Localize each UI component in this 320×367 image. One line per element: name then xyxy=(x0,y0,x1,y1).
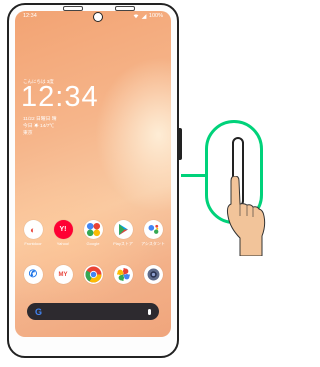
signal-icon xyxy=(141,14,147,19)
app-photos[interactable] xyxy=(111,265,135,284)
app-camera[interactable] xyxy=(141,265,165,284)
app-label: Playストア xyxy=(113,241,133,246)
google-logo-icon: G xyxy=(35,306,43,317)
app-row-1: ◐ Frontdoor Y! Yahoo! Google Playストア アシス… xyxy=(21,220,165,247)
app-chrome[interactable] xyxy=(81,265,105,284)
app-label: アシスタント xyxy=(141,241,165,246)
weather-text: 今日 ☀ 14/7℃ xyxy=(23,124,55,129)
google-apps-icon xyxy=(83,220,103,239)
battery-text: 100% xyxy=(148,13,163,19)
clock-time: 12:34 xyxy=(21,81,99,113)
app-play-store[interactable]: Playストア xyxy=(111,220,135,247)
frontdoor-icon: ◐ xyxy=(23,220,43,239)
location-text: 東京 xyxy=(23,131,33,136)
app-label: Yahoo! xyxy=(56,241,70,246)
phone-icon: ✆ xyxy=(23,265,43,284)
google-search-bar[interactable]: G xyxy=(27,303,159,320)
app-frontdoor[interactable]: ◐ Frontdoor xyxy=(21,220,45,247)
play-store-icon xyxy=(113,220,133,239)
front-camera xyxy=(93,12,103,22)
mic-icon[interactable] xyxy=(148,308,151,315)
status-time: 12:34 xyxy=(23,13,37,19)
app-google[interactable]: Google xyxy=(81,220,105,247)
app-row-2: ✆ MY xyxy=(21,265,165,284)
app-label: Google xyxy=(86,241,100,246)
finger-press-icon xyxy=(226,176,266,256)
app-phone[interactable]: ✆ xyxy=(21,265,45,284)
assistant-icon xyxy=(143,220,163,239)
callout-connector xyxy=(181,174,207,177)
app-yahoo[interactable]: Y! Yahoo! xyxy=(51,220,75,247)
photos-icon xyxy=(113,265,133,284)
clock-date: 11/22 日曜日 晴 xyxy=(23,117,57,122)
app-label: Frontdoor xyxy=(24,241,42,246)
screen: 12:34 100% こんにちは 3度 12:34 11/22 日曜日 晴 今日… xyxy=(15,11,171,337)
app-assistant[interactable]: アシスタント xyxy=(141,220,165,247)
wifi-icon xyxy=(133,14,139,19)
status-indicators: 100% xyxy=(133,11,163,22)
softbank-icon: MY xyxy=(53,265,73,284)
app-softbank[interactable]: MY xyxy=(51,265,75,284)
camera-icon xyxy=(143,265,163,284)
stage: 12:34 100% こんにちは 3度 12:34 11/22 日曜日 晴 今日… xyxy=(0,0,267,367)
power-button[interactable] xyxy=(178,128,182,160)
yahoo-icon: Y! xyxy=(53,220,73,239)
chrome-icon xyxy=(83,265,103,284)
